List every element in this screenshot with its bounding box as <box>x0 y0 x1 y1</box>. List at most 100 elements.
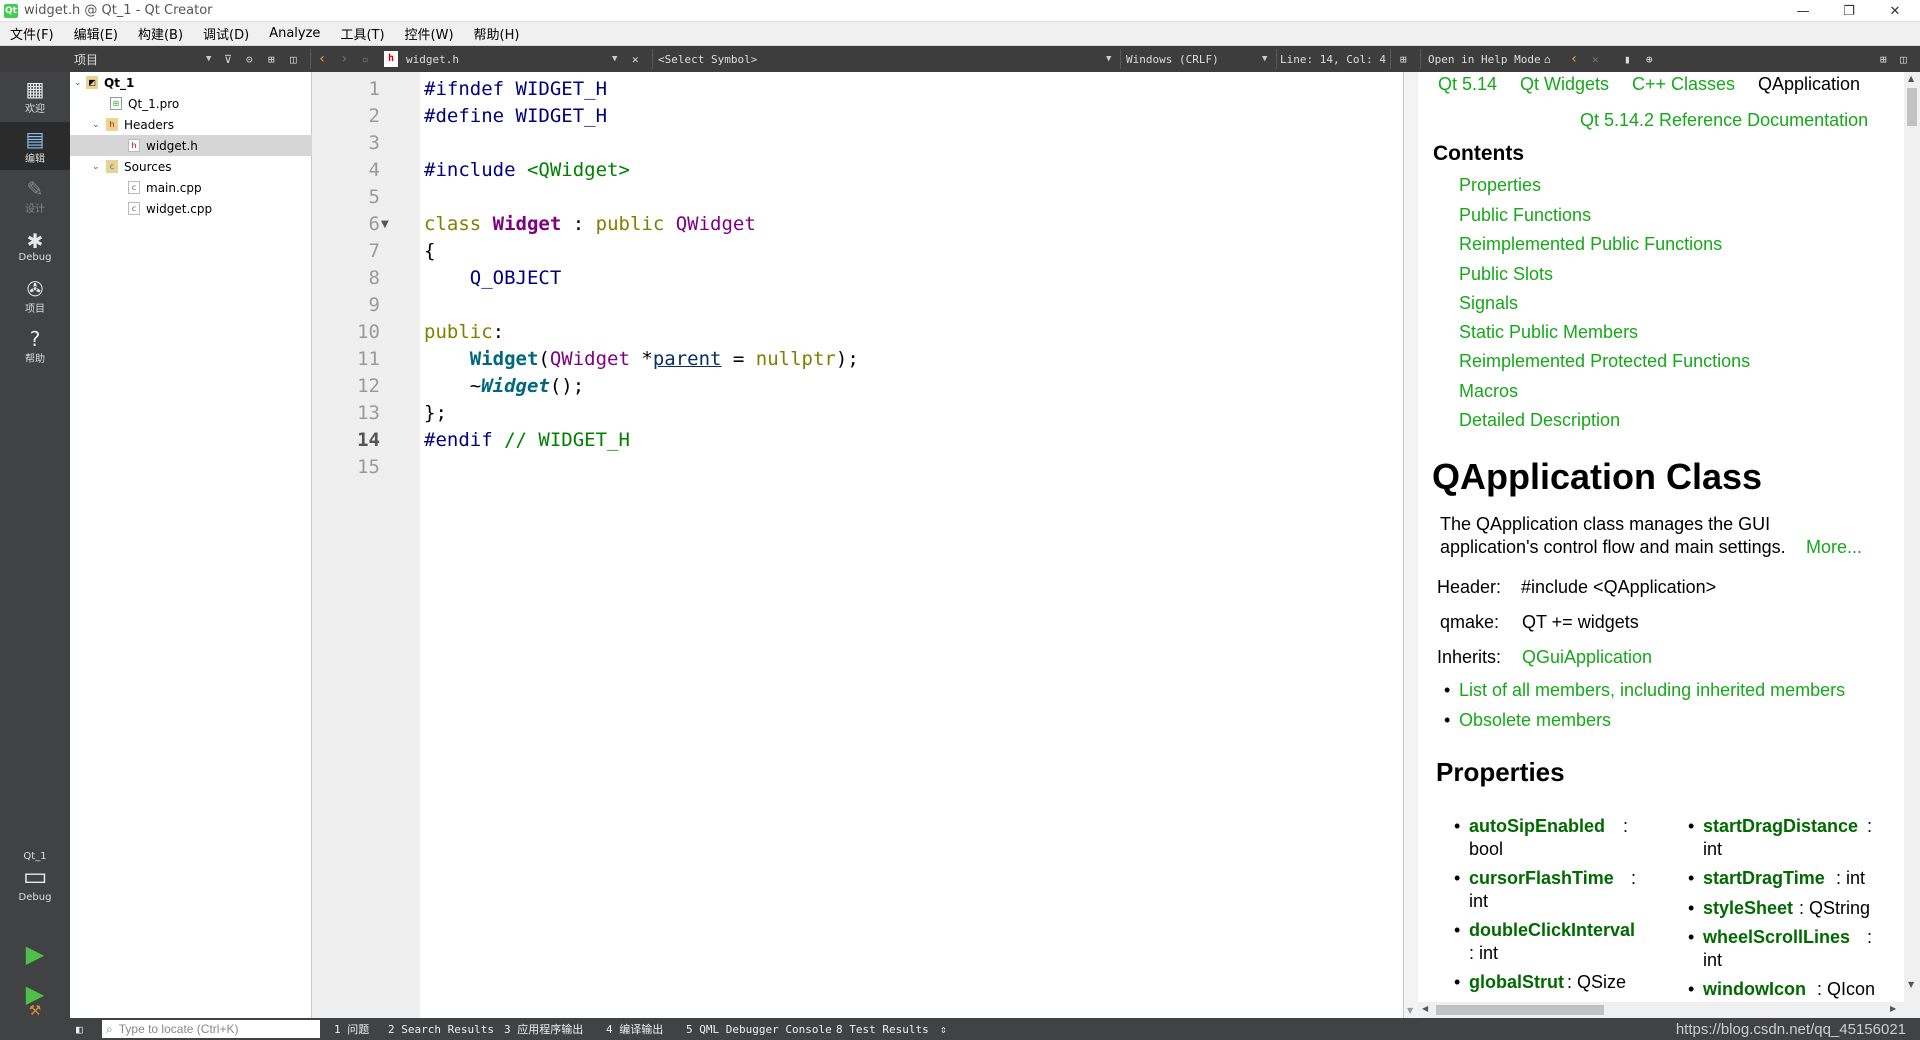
split-icon[interactable]: ⊞ <box>268 46 275 72</box>
link-icon[interactable]: ⊝ <box>246 46 253 72</box>
chevron-down-icon[interactable]: ⌄ <box>74 78 86 88</box>
close-document-icon[interactable]: ✕ <box>632 46 639 72</box>
menu-help[interactable]: 帮助(H) <box>464 24 530 43</box>
menu-build[interactable]: 构建(B) <box>128 24 193 43</box>
tab-search-results[interactable]: 2 Search Results <box>388 1018 494 1040</box>
filter-icon[interactable]: ⊽ <box>224 46 232 72</box>
all-members-link[interactable]: List of all members, including inherited… <box>1459 680 1845 701</box>
close-button[interactable]: ✕ <box>1872 0 1918 22</box>
help-vertical-scrollbar[interactable]: ▲ ▼ <box>1904 72 1920 1018</box>
prop-link[interactable]: styleSheet <box>1703 898 1793 919</box>
minimize-button[interactable]: — <box>1780 0 1826 22</box>
toc-macros[interactable]: Macros <box>1459 381 1518 402</box>
build-button[interactable]: ⚒ <box>0 1004 70 1018</box>
prop-link[interactable]: autoSipEnabled <box>1469 816 1605 837</box>
editor-scrollbar[interactable]: ▼ <box>1404 72 1418 1018</box>
back-icon[interactable]: ‹ <box>318 46 326 72</box>
mode-edit[interactable]: ▤ 编辑 <box>0 122 70 170</box>
menu-file[interactable]: 文件(F) <box>0 24 64 43</box>
breadcrumb-qt[interactable]: Qt 5.14 <box>1438 74 1497 95</box>
menu-controls[interactable]: 控件(W) <box>395 24 464 43</box>
forward-icon[interactable]: › <box>340 46 348 72</box>
mode-help[interactable]: ? 帮助 <box>0 322 70 370</box>
breadcrumb-classes[interactable]: C++ Classes <box>1632 74 1735 95</box>
prop-link[interactable]: startDragTime <box>1703 868 1825 889</box>
help-horizontal-scrollbar[interactable]: ◀ ▶ <box>1418 1002 1904 1018</box>
chevron-up-down-icon[interactable]: ⇕ <box>940 1018 947 1040</box>
close-pane-icon[interactable]: ◫ <box>290 46 297 72</box>
locator-input[interactable]: ⌕ Type to locate (Ctrl+K) <box>102 1020 320 1038</box>
menu-debug[interactable]: 调试(D) <box>193 24 259 43</box>
kit-selector[interactable]: Qt_1 ▭ Debug <box>0 832 70 922</box>
fold-marker-icon[interactable]: ▼ <box>381 211 389 238</box>
split-icon[interactable]: ⊞ <box>1880 46 1887 72</box>
obsolete-members-link[interactable]: Obsolete members <box>1459 710 1611 731</box>
maximize-button[interactable]: ❐ <box>1826 0 1872 22</box>
cursor-position[interactable]: Line: 14, Col: 4 <box>1280 46 1386 72</box>
project-view-combo[interactable]: 项目 <box>74 46 214 72</box>
open-documents-combo[interactable]: widget.h <box>406 46 606 72</box>
tree-item-headers[interactable]: ⌄ h Headers <box>92 114 310 135</box>
tree-item-pro[interactable]: ⊞ Qt_1.pro <box>110 93 310 114</box>
toggle-sidebar-icon[interactable]: ◧ <box>76 1018 83 1040</box>
chevron-down-icon[interactable]: ▼ <box>612 46 617 72</box>
toc-properties[interactable]: Properties <box>1459 175 1541 196</box>
open-help-mode-button[interactable]: Open in Help Mode <box>1428 46 1541 72</box>
split-icon[interactable]: ⊞ <box>1400 46 1407 72</box>
tab-app-output[interactable]: 3 应用程序输出 <box>504 1018 583 1040</box>
toc-detailed-desc[interactable]: Detailed Description <box>1459 410 1620 431</box>
reference-doc-link[interactable]: Qt 5.14.2 Reference Documentation <box>1580 110 1868 131</box>
mode-debug[interactable]: ✱ Debug <box>0 222 70 270</box>
toc-reimpl-protected[interactable]: Reimplemented Protected Functions <box>1459 351 1750 372</box>
back-icon[interactable]: ‹ <box>1570 46 1578 72</box>
current-file-name: widget.h <box>406 52 459 66</box>
tree-item-widget-h[interactable]: h widget.h <box>70 135 312 156</box>
toc-public-functions[interactable]: Public Functions <box>1459 205 1591 226</box>
mode-projects[interactable]: ✇ 项目 <box>0 272 70 320</box>
symbol-combo[interactable]: <Select Symbol> <box>658 46 1108 72</box>
prop-link[interactable]: startDragDistance <box>1703 816 1858 837</box>
toc-reimpl-public[interactable]: Reimplemented Public Functions <box>1459 234 1722 255</box>
chevron-down-icon[interactable]: ▼ <box>1106 46 1111 72</box>
bookmark-icon[interactable]: ▮ <box>1624 46 1631 72</box>
mode-design[interactable]: ✎ 设计 <box>0 172 70 220</box>
tab-issues[interactable]: 1 问题 <box>334 1018 369 1040</box>
tree-item-project[interactable]: ⌄ ◩ Qt_1 <box>74 72 310 93</box>
menu-edit[interactable]: 编辑(E) <box>64 24 128 43</box>
more-link[interactable]: More... <box>1806 537 1862 558</box>
prop-link[interactable]: windowIcon <box>1703 979 1806 1000</box>
prop-link[interactable]: wheelScrollLines <box>1703 927 1850 948</box>
line-ending-combo[interactable]: Windows (CRLF) <box>1126 46 1266 72</box>
close-pane-icon[interactable]: ◫ <box>1900 46 1907 72</box>
prop-link[interactable]: cursorFlashTime <box>1469 868 1614 889</box>
toc-signals[interactable]: Signals <box>1459 293 1518 314</box>
tree-item-widget-cpp[interactable]: c widget.cpp <box>128 198 310 219</box>
home-icon[interactable]: ⌂ <box>1544 46 1551 72</box>
menu-tools[interactable]: 工具(T) <box>330 24 394 43</box>
inherits-link[interactable]: QGuiApplication <box>1522 647 1652 668</box>
tree-item-sources[interactable]: ⌄ c Sources <box>92 156 310 177</box>
code-editor[interactable]: #ifndef WIDGET_H #define WIDGET_H #inclu… <box>420 72 1404 1018</box>
prop-link[interactable]: globalStrut <box>1469 972 1564 993</box>
prop-link[interactable]: doubleClickInterval <box>1469 920 1635 941</box>
lock-icon[interactable]: ▫ <box>362 46 369 72</box>
globe-icon[interactable]: ⊕ <box>1646 46 1653 72</box>
chevron-down-icon[interactable]: ⌄ <box>92 162 106 172</box>
chevron-down-icon[interactable]: ⌄ <box>92 120 106 130</box>
contents-title: Contents <box>1433 142 1524 165</box>
toc-public-slots[interactable]: Public Slots <box>1459 264 1553 285</box>
mode-welcome[interactable]: ▦ 欢迎 <box>0 72 70 120</box>
breadcrumb-widgets[interactable]: Qt Widgets <box>1520 74 1609 95</box>
chevron-down-icon[interactable]: ▼ <box>206 46 211 72</box>
bullet-icon: • <box>1454 972 1461 992</box>
menu-analyze[interactable]: Analyze <box>259 26 330 41</box>
tab-test-results[interactable]: 8 Test Results <box>836 1018 929 1040</box>
tab-compile-output[interactable]: 4 编译输出 <box>606 1018 663 1040</box>
code-line-1: #ifndef WIDGET_H <box>424 78 608 100</box>
toc-static-public[interactable]: Static Public Members <box>1459 322 1638 343</box>
forward-icon[interactable]: ✕ <box>1592 46 1599 72</box>
chevron-down-icon[interactable]: ▼ <box>1262 46 1267 72</box>
tree-item-main-cpp[interactable]: c main.cpp <box>128 177 310 198</box>
line-number: 13 <box>357 402 380 424</box>
tab-qml-console[interactable]: 5 QML Debugger Console <box>686 1018 832 1040</box>
